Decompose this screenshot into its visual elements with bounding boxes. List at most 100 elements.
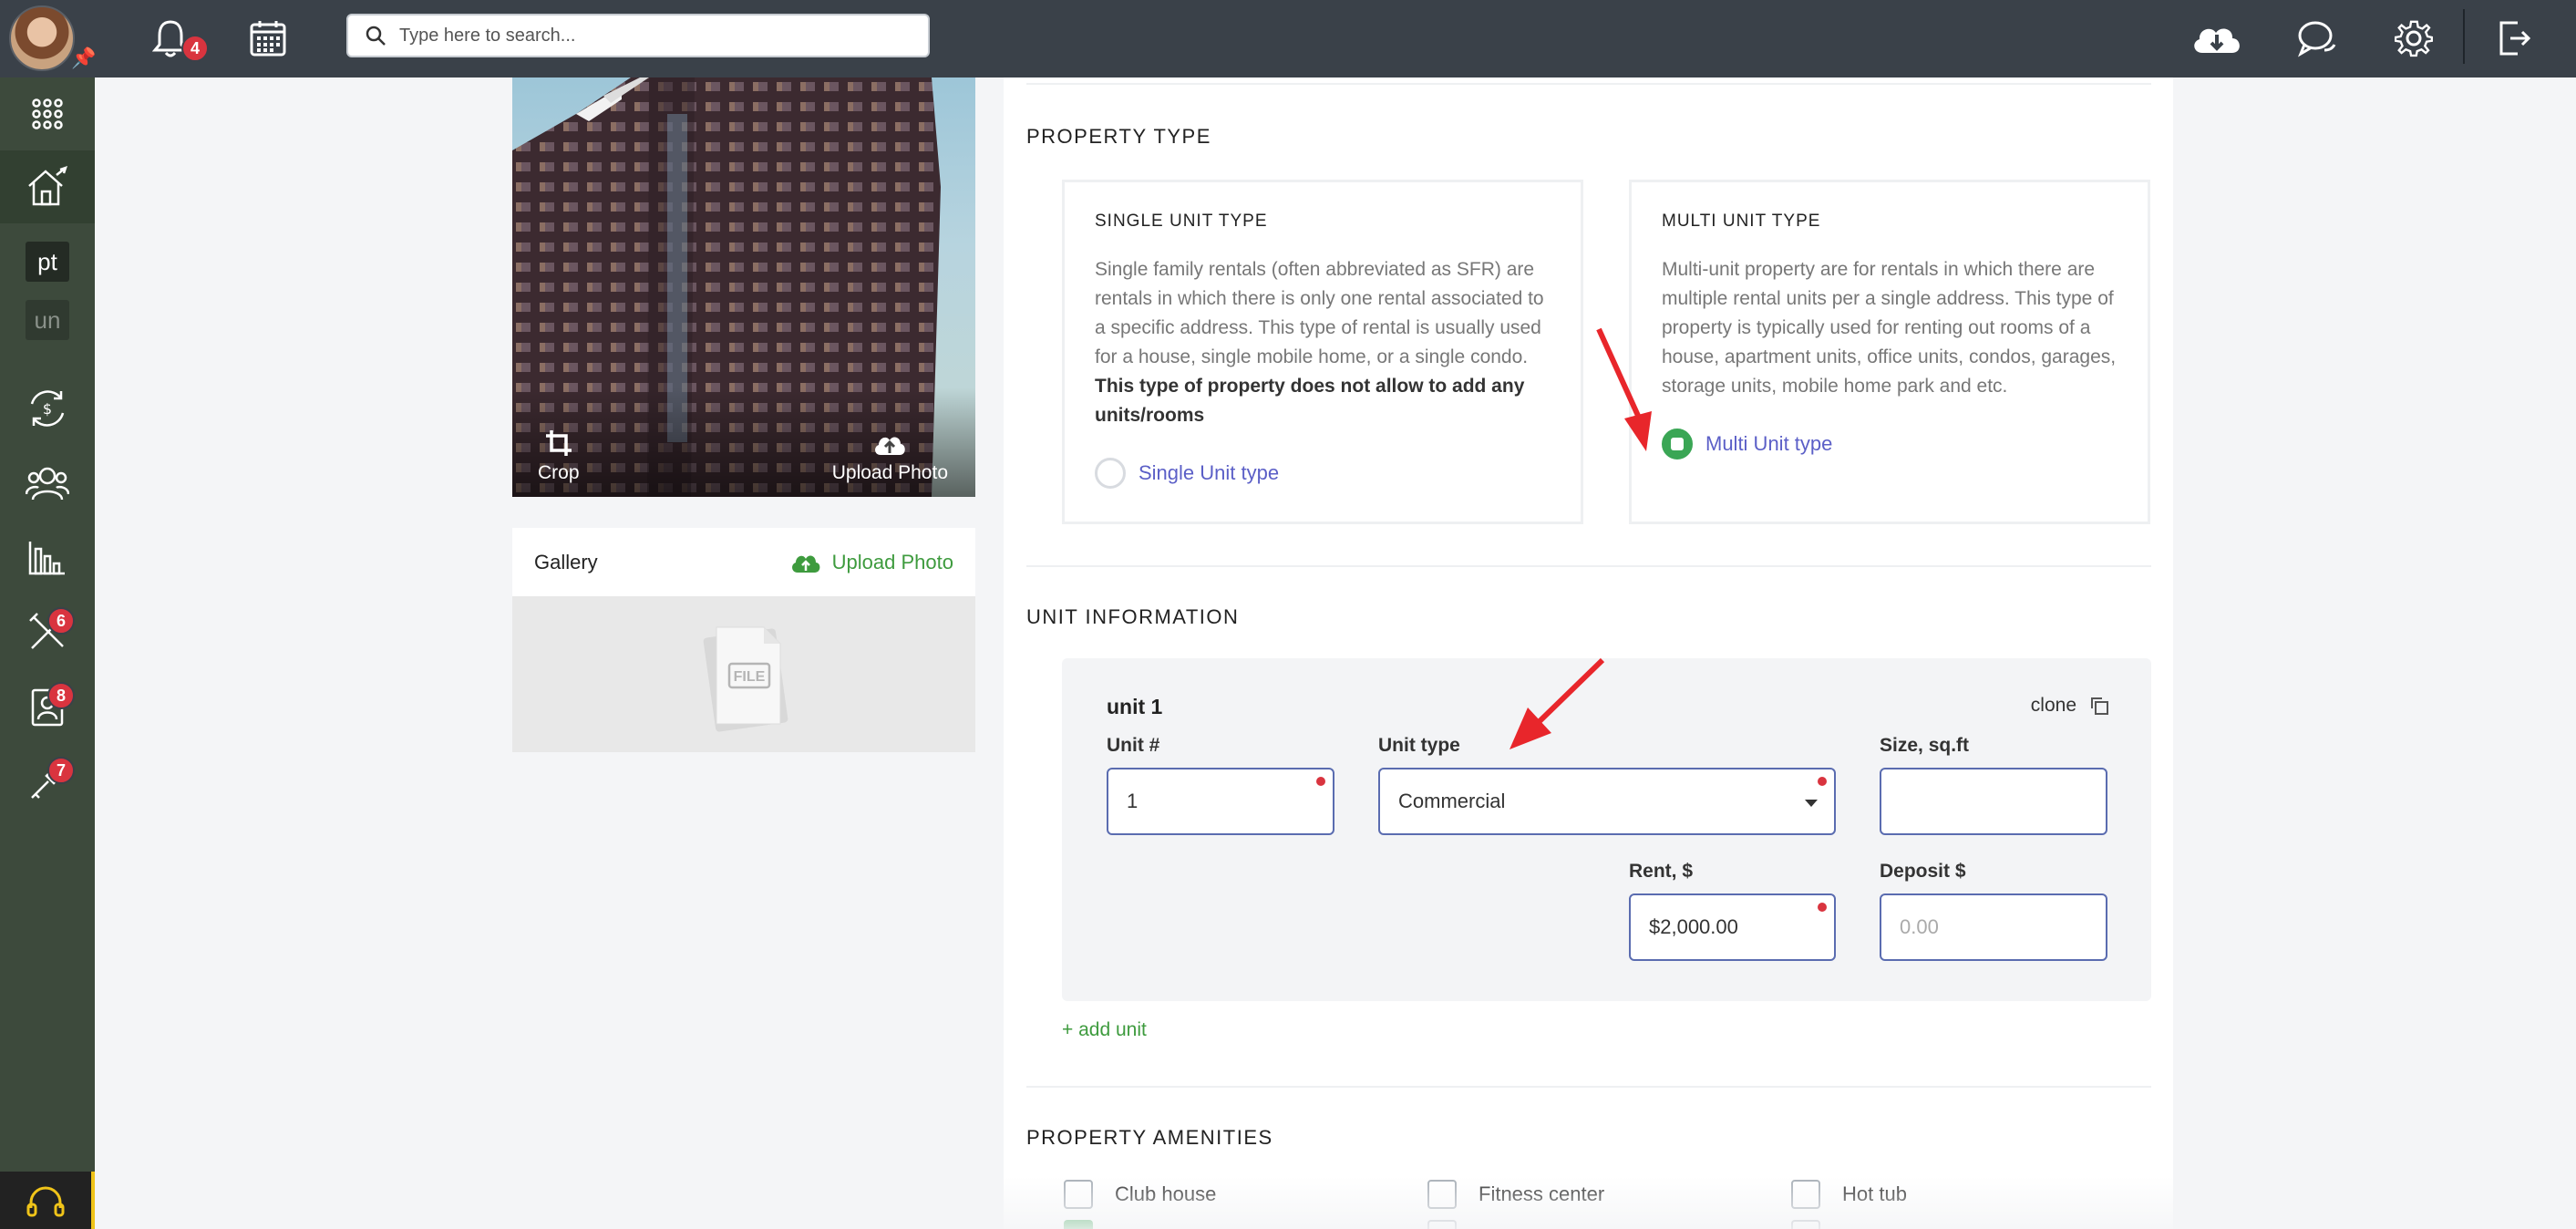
upload-photo-button[interactable]: Upload Photo <box>832 431 948 484</box>
pin-icon[interactable]: 📌 <box>71 47 96 70</box>
gear-icon <box>2395 20 2433 57</box>
gallery-title: Gallery <box>534 550 598 573</box>
download-button[interactable] <box>2190 16 2244 60</box>
gallery-header: Gallery Upload Photo <box>512 528 975 596</box>
divider <box>1026 1086 2151 1088</box>
svg-text:$: $ <box>43 400 52 418</box>
property-house-icon <box>28 166 67 206</box>
property-photo[interactable]: Crop Upload Photo <box>512 77 975 497</box>
calendar-button[interactable] <box>246 16 290 60</box>
amenity-label: Club house <box>1115 1183 1217 1205</box>
unit-type-select[interactable]: Commercial <box>1378 768 1836 835</box>
multi-unit-radio[interactable] <box>1662 429 1693 460</box>
annotation-arrow <box>1510 657 1605 749</box>
required-indicator <box>1818 777 1827 786</box>
amenity-checkbox[interactable] <box>1427 1180 1457 1209</box>
single-unit-option[interactable]: Single Unit type <box>1095 458 1279 489</box>
multi-unit-description: Multi-unit property are for rentals in w… <box>1662 259 2117 397</box>
single-unit-card[interactable]: SINGLE UNIT TYPE Single family rentals (… <box>1062 180 1583 524</box>
amenity-club-house[interactable]: Club house <box>1064 1180 1216 1209</box>
copy-icon <box>2091 697 2108 715</box>
sidebar-item-un-label: un <box>26 300 69 340</box>
amenity-checkbox[interactable] <box>1064 1220 1093 1229</box>
cloud-download-icon <box>2194 28 2240 53</box>
amenity-hot-tub[interactable]: Hot tub <box>1791 1180 1907 1209</box>
sidebar-item-reports[interactable] <box>0 522 95 594</box>
topbar-divider <box>2463 9 2465 64</box>
rent-label: Rent, $ <box>1629 861 1694 882</box>
calendar-icon <box>250 21 286 57</box>
amenity-fitness-center[interactable]: Fitness center <box>1427 1180 1604 1209</box>
contacts-badge: 8 <box>47 682 75 709</box>
deposit-placeholder: 0.00 <box>1900 915 1939 938</box>
property-amenities-title: PROPERTY AMENITIES <box>1026 1126 1273 1149</box>
sidebar-item-people[interactable] <box>0 447 95 520</box>
sidebar-item-properties[interactable] <box>0 150 95 223</box>
single-unit-radio[interactable] <box>1095 458 1126 489</box>
notifications-button[interactable]: 4 <box>149 16 209 62</box>
cloud-upload-icon <box>875 437 906 455</box>
sidebar-item-maintenance[interactable]: 6 <box>0 596 95 669</box>
gallery-panel: Gallery Upload Photo FILE <box>512 528 975 752</box>
single-unit-option-label: Single Unit type <box>1139 461 1280 484</box>
amenity-checkbox[interactable] <box>1064 1180 1093 1209</box>
deposit-input[interactable]: 0.00 <box>1880 893 2107 961</box>
settings-button[interactable] <box>2392 16 2436 60</box>
multi-unit-option-label: Multi Unit type <box>1705 432 1833 455</box>
search-icon <box>366 26 386 46</box>
search-bar[interactable] <box>346 14 930 57</box>
single-unit-description: Single family rentals (often abbreviated… <box>1095 259 1544 426</box>
support-button[interactable] <box>0 1172 95 1229</box>
amenity-label: Hot tub <box>1842 1183 1907 1205</box>
unit-title: unit 1 <box>1107 695 1163 718</box>
add-unit-link[interactable]: + add unit <box>1062 1019 1147 1041</box>
maintenance-badge: 6 <box>47 607 75 635</box>
chat-button[interactable] <box>2295 16 2339 60</box>
notification-count-badge: 4 <box>181 35 209 62</box>
user-avatar[interactable] <box>9 5 75 71</box>
divider <box>1026 83 2151 85</box>
required-indicator <box>1818 903 1827 912</box>
service-badge: 7 <box>47 757 75 784</box>
gallery-upload-button[interactable]: Upload Photo <box>790 551 953 574</box>
multi-unit-option[interactable]: Multi Unit type <box>1662 429 1832 460</box>
amenity-checkbox[interactable] <box>1427 1220 1457 1229</box>
chat-bubbles-icon <box>2297 21 2336 57</box>
size-input[interactable] <box>1880 768 2107 835</box>
sidebar-item-pt-label: pt <box>26 242 69 282</box>
sidebar-item-apps[interactable] <box>0 77 95 150</box>
unit-information-title: UNIT INFORMATION <box>1026 605 1240 628</box>
amenity-checkbox[interactable] <box>1791 1180 1820 1209</box>
unit-number-value: 1 <box>1127 790 1139 812</box>
amenity-checkbox[interactable] <box>1791 1220 1820 1229</box>
chevron-down-icon <box>1805 800 1818 807</box>
clone-button[interactable]: clone <box>2031 695 2109 717</box>
top-bar: 📌 4 <box>0 0 2576 77</box>
gallery-dropzone[interactable]: FILE <box>512 596 975 752</box>
sidebar-item-payments[interactable]: $ <box>0 372 95 445</box>
property-type-title: PROPERTY TYPE <box>1026 125 1211 148</box>
unit-type-value: Commercial <box>1398 790 1506 812</box>
logout-button[interactable] <box>2492 16 2536 60</box>
people-icon <box>26 467 69 501</box>
sidebar-item-service[interactable]: 7 <box>0 746 95 819</box>
single-unit-heading: SINGLE UNIT TYPE <box>1095 212 1268 231</box>
multi-unit-card[interactable]: MULTI UNIT TYPE Multi-unit property are … <box>1629 180 2150 524</box>
cloud-upload-icon <box>791 555 820 573</box>
apps-grid-icon <box>32 98 63 129</box>
crop-icon <box>545 430 572 456</box>
single-unit-warning: This type of property does not allow to … <box>1095 376 1525 426</box>
size-label: Size, sq.ft <box>1880 735 1970 756</box>
unit-type-label: Unit type <box>1378 735 1460 756</box>
rent-value: $2,000.00 <box>1649 915 1738 938</box>
sidebar-item-un[interactable]: un <box>0 291 95 349</box>
sidebar-item-contacts[interactable]: 8 <box>0 671 95 744</box>
sidebar-item-pt[interactable]: pt <box>0 232 95 291</box>
headset-icon <box>26 1186 65 1216</box>
rent-input[interactable]: $2,000.00 <box>1629 893 1836 961</box>
payments-cycle-icon: $ <box>30 390 65 427</box>
crop-button[interactable]: Crop <box>538 429 580 484</box>
upload-photo-label: Upload Photo <box>831 462 948 483</box>
unit-number-input[interactable]: 1 <box>1107 768 1334 835</box>
search-input[interactable] <box>399 25 910 46</box>
